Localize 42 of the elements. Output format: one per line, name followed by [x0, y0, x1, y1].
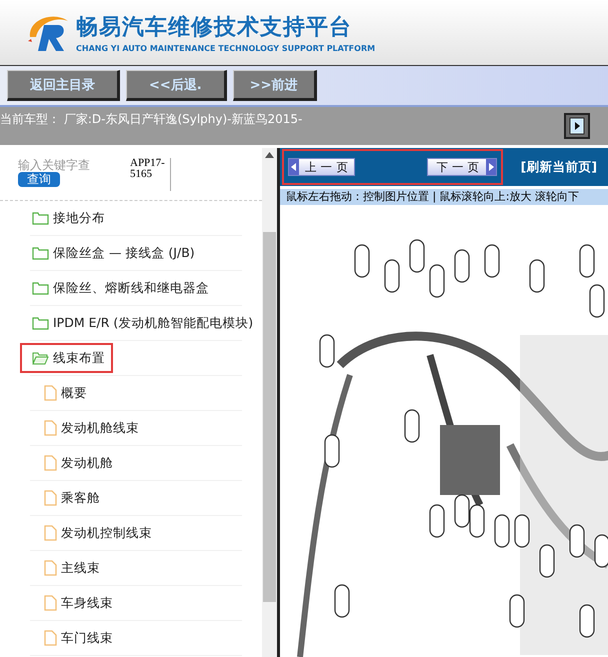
- arrow-right-icon: [486, 159, 496, 175]
- tree-item[interactable]: 乘客舱: [42, 483, 108, 513]
- tree-item[interactable]: 保险丝盒 — 接线盒 (J/B): [30, 238, 203, 268]
- tree-item[interactable]: 概要: [42, 378, 95, 408]
- arrow-left-icon: [289, 159, 299, 175]
- tree-item[interactable]: 车身线束: [42, 588, 121, 618]
- platform-subtitle: CHANG YI AUTO MAINTENANCE TECHNOLOGY SUPPORT PLATFORM: [76, 44, 376, 53]
- document-icon: [44, 385, 57, 401]
- platform-title: 畅易汽车维修技术支持平台: [76, 14, 353, 42]
- open-folder-icon: [32, 351, 49, 365]
- document-icon: [44, 630, 57, 646]
- current-vehicle-text: 当前车型： 厂家:D-东风日产轩逸(Sylphy)-新蓝鸟2015-: [0, 111, 302, 128]
- tree-item[interactable]: 线束布置: [20, 343, 113, 373]
- tree-item[interactable]: IPDM E/R (发动机舱智能配电模块): [30, 308, 262, 338]
- document-icon: [44, 455, 57, 471]
- document-icon: [44, 490, 57, 506]
- scroll-thumb[interactable]: [263, 232, 276, 602]
- usage-hint: 鼠标左右拖动：控制图片位置 | 鼠标滚轮向上:放大 滚轮向下: [280, 189, 608, 205]
- document-icon: [44, 595, 57, 611]
- scroll-up-icon: [265, 152, 274, 158]
- tree-item[interactable]: 保险丝、熔断线和继电器盒: [30, 273, 217, 303]
- folder-icon: [32, 211, 49, 225]
- folder-icon: [32, 281, 49, 295]
- document-code: APP17-5165: [130, 158, 171, 191]
- next-page-button[interactable]: 下 一 页: [427, 158, 497, 176]
- query-button[interactable]: 查询: [18, 172, 60, 187]
- expand-button[interactable]: [564, 113, 590, 139]
- tree-item[interactable]: 主线束: [42, 553, 108, 583]
- arrow-right-icon: [569, 117, 585, 135]
- tree-item[interactable]: 发动机舱: [42, 448, 121, 478]
- tree-item[interactable]: 接地分布: [30, 203, 113, 233]
- folder-icon: [32, 246, 49, 260]
- tree-item[interactable]: 车门线束: [42, 623, 121, 653]
- document-icon: [44, 525, 57, 541]
- scrollbar[interactable]: [262, 148, 277, 657]
- document-icon: [44, 420, 57, 436]
- folder-icon: [32, 316, 49, 330]
- tree-item[interactable]: 发动机舱线束: [42, 413, 147, 443]
- refresh-page-link[interactable]: [刷新当前页]: [520, 158, 598, 176]
- previous-page-button[interactable]: 上 一 页: [288, 158, 356, 176]
- document-icon: [44, 560, 57, 576]
- tree-item[interactable]: 发动机控制线束: [42, 518, 160, 548]
